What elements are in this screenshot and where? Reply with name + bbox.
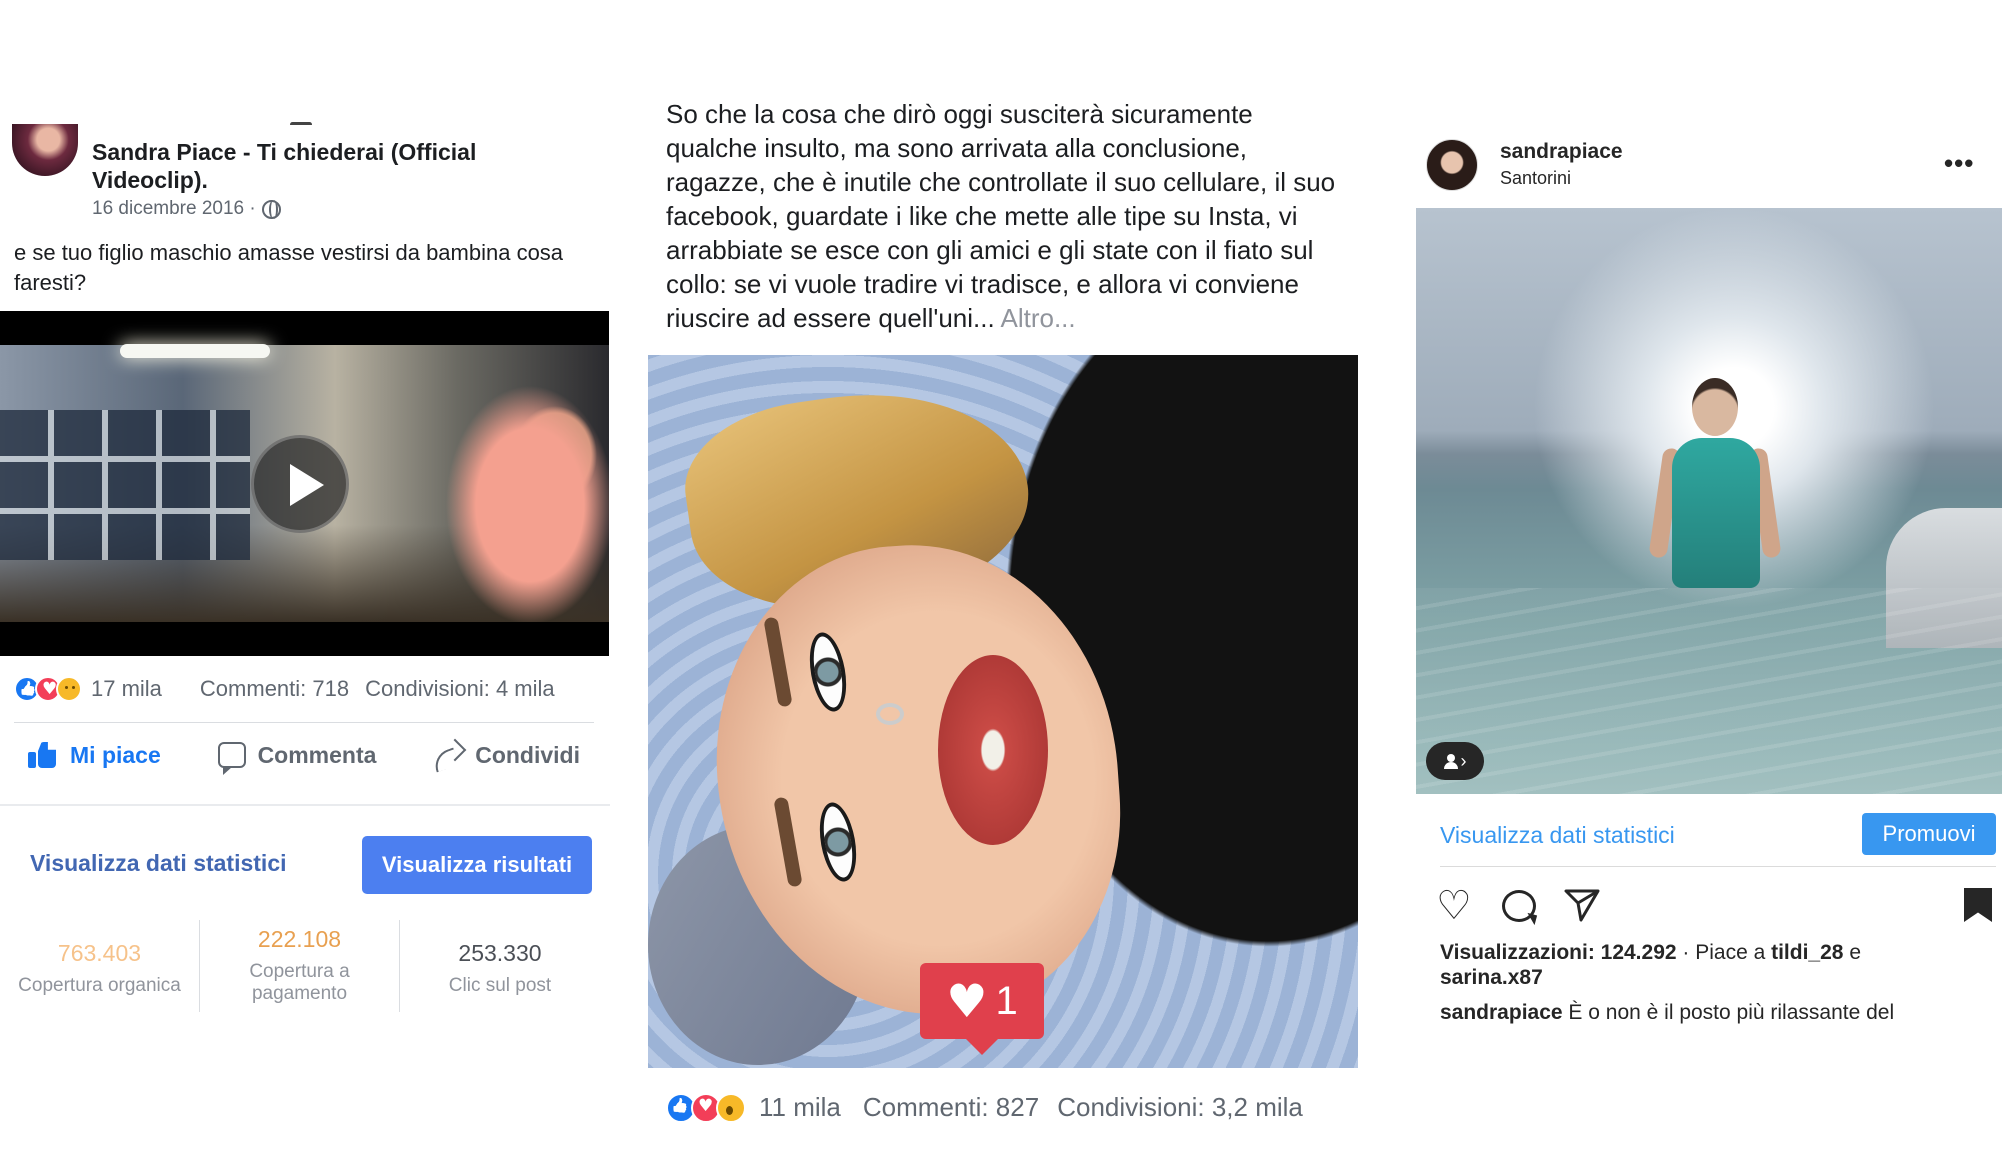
tagged-people-badge[interactable]: › bbox=[1426, 742, 1484, 780]
kpi-label: Copertura a pagamento bbox=[249, 961, 350, 1004]
photo-lips bbox=[938, 655, 1048, 845]
location[interactable]: Santorini bbox=[1500, 168, 1571, 189]
bookmark-icon[interactable] bbox=[1964, 888, 1992, 922]
post-title[interactable]: Sandra Piace - Ti chiederai (Official Vi… bbox=[92, 138, 522, 194]
comment-label: Commenta bbox=[257, 741, 377, 768]
comment-bubble-icon[interactable] bbox=[1502, 890, 1536, 922]
post-photo[interactable]: ♥ 1 bbox=[648, 355, 1358, 1068]
title-suffix: . bbox=[201, 167, 208, 193]
thumbs-up-icon bbox=[28, 740, 58, 770]
heart-icon[interactable]: ♡ bbox=[1436, 886, 1474, 926]
instagram-post: sandrapiace Santorini ••• › Visualizza d… bbox=[1404, 0, 2002, 1176]
post-action-icons: ♡ bbox=[1436, 886, 1996, 928]
video-scene-windows bbox=[0, 410, 250, 560]
more-options-icon[interactable]: ••• bbox=[1944, 148, 1974, 179]
view-count[interactable]: Visualizzazioni: 124.292 bbox=[1440, 941, 1677, 964]
reaction-icons[interactable] bbox=[14, 676, 82, 702]
comment-count[interactable]: Commenti: 718 bbox=[200, 676, 349, 702]
globe-icon bbox=[261, 199, 281, 219]
facebook-photo-post: So che la cosa che dirò oggi susciterà s… bbox=[640, 0, 1360, 1176]
play-icon[interactable] bbox=[251, 435, 349, 533]
view-insights-link[interactable]: Visualizza dati statistici bbox=[1440, 822, 1675, 849]
kpi-label: Copertura organica bbox=[18, 975, 181, 996]
like-notification-badge: ♥ 1 bbox=[920, 963, 1044, 1055]
post-text: So che la cosa che dirò oggi susciterà s… bbox=[666, 97, 1346, 335]
kpi-value: 222.108 bbox=[257, 926, 342, 952]
post-caption: sandrapiace È o non è il posto più rilas… bbox=[1440, 1000, 1980, 1024]
liker-username[interactable]: sarina.x87 bbox=[1440, 966, 1543, 989]
photo-dress bbox=[1672, 438, 1760, 588]
like-button[interactable]: Mi piace bbox=[14, 740, 175, 770]
share-count[interactable]: Condivisioni: 4 mila bbox=[365, 676, 555, 702]
heart-icon: ♥ bbox=[946, 974, 988, 1028]
send-icon-shape bbox=[1564, 889, 1600, 922]
reaction-icons[interactable] bbox=[666, 1092, 746, 1123]
post-actions: Mi piace Commenta Condividi bbox=[14, 740, 594, 775]
reaction-count[interactable]: 17 mila bbox=[91, 676, 162, 702]
kpi-label: Clic sul post bbox=[448, 975, 552, 996]
section-separator bbox=[0, 804, 610, 806]
views-and-likes: Visualizzazioni: 124.292 · Piace a tildi… bbox=[1440, 940, 1980, 990]
post-photo[interactable] bbox=[1416, 208, 2002, 794]
caption-username[interactable]: sandrapiace bbox=[1440, 1001, 1563, 1024]
kpi-organic-reach: 763.403 Copertura organica bbox=[0, 920, 200, 1012]
kpi-post-clicks: 253.330 Clic sul post bbox=[400, 920, 600, 1012]
likes-prefix: · Piace a bbox=[1676, 941, 1772, 964]
profile-avatar[interactable] bbox=[1426, 139, 1478, 191]
comment-icon bbox=[217, 742, 246, 775]
post-meta: 16 dicembre 2016 · bbox=[92, 198, 281, 220]
send-icon[interactable] bbox=[1564, 888, 1600, 922]
view-insights-link[interactable]: Visualizza dati statistici bbox=[30, 850, 287, 877]
caption-text: È o non è il posto più rilassante del bbox=[1562, 1001, 1895, 1024]
sad-reaction-icon bbox=[56, 676, 82, 702]
reaction-summary: 11 mila Commenti: 827 Condivisioni: 3,2 … bbox=[666, 1092, 1303, 1123]
facebook-video-post: Sandra Piace - Ti chiederai (Official Vi… bbox=[0, 0, 610, 1176]
likes-and: e bbox=[1843, 941, 1861, 964]
share-arrow-icon bbox=[433, 742, 463, 768]
kpi-value: 763.403 bbox=[57, 940, 142, 966]
liker-username[interactable]: tildi_28 bbox=[1771, 941, 1843, 964]
comment-count[interactable]: Commenti: 827 bbox=[863, 1092, 1039, 1123]
wow-reaction-icon bbox=[716, 1092, 746, 1123]
divider bbox=[1440, 866, 1996, 867]
post-kpis: 763.403 Copertura organica 222.108 Coper… bbox=[0, 920, 600, 1012]
see-more-link[interactable]: Altro... bbox=[1000, 303, 1075, 333]
photo-nose-ring bbox=[876, 703, 904, 725]
page-avatar[interactable] bbox=[12, 124, 78, 176]
view-results-button[interactable]: Visualizza risultati bbox=[362, 836, 592, 894]
reaction-summary: 17 mila Commenti: 718 Condivisioni: 4 mi… bbox=[14, 676, 594, 702]
photo-head bbox=[1692, 378, 1738, 436]
share-count[interactable]: Condivisioni: 3,2 mila bbox=[1057, 1092, 1303, 1123]
share-button[interactable]: Condividi bbox=[419, 740, 594, 770]
video-scene-lamp bbox=[120, 344, 270, 358]
cropped-text-fragment bbox=[290, 122, 312, 127]
share-label: Condividi bbox=[475, 741, 580, 768]
comment-button[interactable]: Commenta bbox=[204, 740, 391, 775]
post-date[interactable]: 16 dicembre 2016 · bbox=[92, 198, 256, 220]
video-title-link[interactable]: Sandra Piace - Ti chiederai (Official Vi… bbox=[92, 139, 476, 193]
username[interactable]: sandrapiace bbox=[1500, 140, 1623, 164]
kpi-value: 253.330 bbox=[458, 940, 542, 966]
reaction-count[interactable]: 11 mila bbox=[759, 1092, 841, 1123]
person-icon bbox=[1443, 754, 1458, 769]
post-text: e se tuo figlio maschio amasse vestirsi … bbox=[14, 240, 564, 295]
promote-button[interactable]: Promuovi bbox=[1862, 813, 1996, 855]
chevron-right-icon: › bbox=[1460, 750, 1467, 771]
divider bbox=[14, 722, 594, 723]
kpi-paid-reach: 222.108 Copertura a pagamento bbox=[200, 920, 400, 1012]
like-label: Mi piace bbox=[70, 741, 161, 768]
post-text-body: So che la cosa che dirò oggi susciterà s… bbox=[666, 99, 1336, 333]
like-badge-count: 1 bbox=[995, 978, 1018, 1023]
photo-person bbox=[1648, 378, 1782, 658]
